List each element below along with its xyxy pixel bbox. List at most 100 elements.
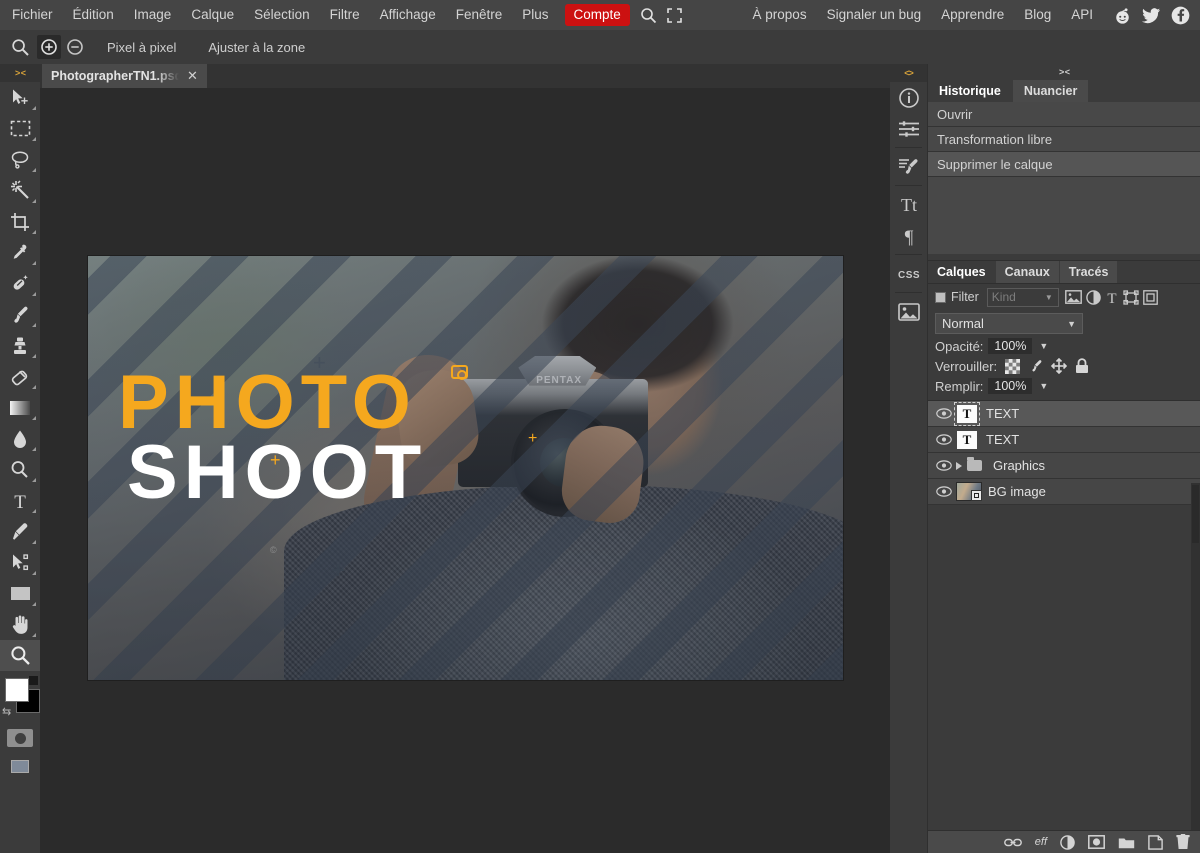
menu-plus[interactable]: Plus bbox=[512, 0, 558, 30]
layer-effects-icon[interactable]: eff bbox=[1035, 836, 1047, 848]
menu-affichage[interactable]: Affichage bbox=[370, 0, 446, 30]
filter-checkbox[interactable] bbox=[935, 292, 946, 303]
fill-value[interactable]: 100% bbox=[988, 378, 1032, 394]
info-icon[interactable] bbox=[890, 82, 928, 113]
link-api[interactable]: API bbox=[1061, 0, 1103, 30]
crop-tool[interactable] bbox=[0, 206, 40, 237]
link-a-propos[interactable]: À propos bbox=[741, 0, 817, 30]
group-disclosure-icon[interactable] bbox=[956, 462, 962, 470]
zoom-out-icon[interactable] bbox=[63, 35, 87, 59]
eyedropper-tool[interactable] bbox=[0, 237, 40, 268]
table-row[interactable]: Graphics bbox=[928, 453, 1200, 479]
link-blog[interactable]: Blog bbox=[1014, 0, 1061, 30]
menu-fenetre[interactable]: Fenêtre bbox=[446, 0, 513, 30]
layers-scrollbar-thumb[interactable] bbox=[1192, 485, 1199, 543]
zoom-tool[interactable] bbox=[0, 640, 40, 671]
tool-palette-collapse[interactable]: > < bbox=[0, 64, 40, 82]
layer-thumbnail[interactable]: T bbox=[956, 404, 978, 424]
lock-position-icon[interactable] bbox=[1051, 358, 1067, 374]
hand-tool[interactable] bbox=[0, 609, 40, 640]
menu-image[interactable]: Image bbox=[124, 0, 182, 30]
icon-rail-collapse[interactable]: <> bbox=[890, 64, 927, 82]
paragraph-icon[interactable]: ¶ bbox=[890, 220, 928, 251]
zoom-in-icon[interactable] bbox=[37, 35, 61, 59]
search-icon[interactable] bbox=[636, 0, 662, 30]
filter-image-icon[interactable] bbox=[1065, 290, 1082, 304]
layer-visibility-icon[interactable] bbox=[936, 408, 956, 419]
screen-mode-icon[interactable] bbox=[0, 753, 40, 779]
new-layer-icon[interactable] bbox=[1148, 835, 1163, 850]
menu-fichier[interactable]: Fichier bbox=[0, 0, 63, 30]
history-panel-grip[interactable]: > < bbox=[928, 64, 1200, 80]
kind-select[interactable]: Kind ▼ bbox=[987, 288, 1059, 307]
delete-layer-icon[interactable] bbox=[1176, 834, 1190, 850]
filter-shape-icon[interactable] bbox=[1123, 290, 1139, 305]
menu-edition[interactable]: Édition bbox=[63, 0, 124, 30]
filter-text-icon[interactable]: T bbox=[1105, 290, 1119, 305]
magic-wand-tool[interactable] bbox=[0, 175, 40, 206]
healing-brush-tool[interactable] bbox=[0, 268, 40, 299]
table-row[interactable]: T TEXT bbox=[928, 427, 1200, 453]
dodge-tool[interactable] bbox=[0, 454, 40, 485]
layer-visibility-icon[interactable] bbox=[936, 460, 956, 471]
filter-adjustment-icon[interactable] bbox=[1086, 290, 1101, 305]
opacity-chevron-down-icon[interactable]: ▼ bbox=[1039, 341, 1048, 351]
layer-mask-icon[interactable] bbox=[1088, 835, 1105, 849]
history-item-transformation-libre[interactable]: Transformation libre bbox=[928, 127, 1200, 152]
clone-stamp-tool[interactable] bbox=[0, 330, 40, 361]
link-apprendre[interactable]: Apprendre bbox=[931, 0, 1014, 30]
default-colors-icon[interactable] bbox=[29, 676, 38, 685]
foreground-color-swatch[interactable] bbox=[5, 678, 29, 702]
marquee-tool[interactable] bbox=[0, 113, 40, 144]
adjustment-layer-icon[interactable] bbox=[1060, 835, 1075, 850]
fullscreen-icon[interactable] bbox=[662, 0, 688, 30]
image-layer-thumbnail[interactable] bbox=[956, 482, 982, 501]
account-button[interactable]: Compte bbox=[565, 4, 630, 26]
color-swatches[interactable]: ⇆ bbox=[0, 675, 40, 723]
path-selection-tool[interactable] bbox=[0, 547, 40, 578]
tab-traces[interactable]: Tracés bbox=[1060, 261, 1118, 283]
menu-filtre[interactable]: Filtre bbox=[320, 0, 370, 30]
shape-tool[interactable] bbox=[0, 578, 40, 609]
layer-thumbnail[interactable]: T bbox=[956, 430, 978, 450]
brush-tool[interactable] bbox=[0, 299, 40, 330]
tab-nuancier[interactable]: Nuancier bbox=[1013, 80, 1089, 102]
lock-all-icon[interactable] bbox=[1075, 358, 1089, 374]
menu-selection[interactable]: Sélection bbox=[244, 0, 320, 30]
table-row[interactable]: T TEXT bbox=[928, 401, 1200, 427]
lock-transparency-icon[interactable] bbox=[1005, 359, 1020, 374]
tab-calques[interactable]: Calques bbox=[928, 261, 995, 283]
image-icon[interactable] bbox=[890, 296, 928, 327]
history-item-supprimer-le-calque[interactable]: Supprimer le calque bbox=[928, 152, 1200, 177]
swap-colors-icon[interactable]: ⇆ bbox=[2, 705, 11, 718]
layer-name[interactable]: TEXT bbox=[986, 432, 1019, 447]
lasso-tool[interactable] bbox=[0, 144, 40, 175]
fit-to-area-button[interactable]: Ajuster à la zone bbox=[196, 40, 317, 55]
eraser-tool[interactable] bbox=[0, 361, 40, 392]
reddit-icon[interactable] bbox=[1112, 5, 1132, 25]
canvas-area[interactable]: PENTAX + + + + © PHOTO SHOOT bbox=[40, 88, 890, 853]
layer-visibility-icon[interactable] bbox=[936, 434, 956, 445]
facebook-icon[interactable] bbox=[1170, 5, 1190, 25]
layer-visibility-icon[interactable] bbox=[936, 486, 956, 497]
tab-historique[interactable]: Historique bbox=[928, 80, 1012, 102]
quick-mask-icon[interactable] bbox=[0, 723, 40, 753]
document-tab[interactable]: PhotographerTN1.psd ✕ bbox=[42, 64, 207, 88]
layer-name[interactable]: Graphics bbox=[993, 458, 1045, 473]
lock-image-icon[interactable] bbox=[1028, 359, 1043, 374]
blur-tool[interactable] bbox=[0, 423, 40, 454]
tab-canaux[interactable]: Canaux bbox=[996, 261, 1059, 283]
menu-calque[interactable]: Calque bbox=[181, 0, 244, 30]
table-row[interactable]: BG image bbox=[928, 479, 1200, 505]
layer-name[interactable]: BG image bbox=[988, 484, 1046, 499]
move-tool[interactable] bbox=[0, 82, 40, 113]
filter-smartobject-icon[interactable] bbox=[1143, 290, 1158, 305]
opacity-value[interactable]: 100% bbox=[988, 338, 1032, 354]
character-icon[interactable]: Tt bbox=[890, 189, 928, 220]
brush-settings-icon[interactable] bbox=[890, 151, 928, 182]
link-signaler-bug[interactable]: Signaler un bug bbox=[817, 0, 932, 30]
pixel-to-pixel-button[interactable]: Pixel à pixel bbox=[95, 40, 188, 55]
type-tool[interactable]: T bbox=[0, 485, 40, 516]
artboard[interactable]: PENTAX + + + + © PHOTO SHOOT bbox=[88, 256, 843, 680]
blend-mode-select[interactable]: Normal ▼ bbox=[935, 313, 1083, 334]
